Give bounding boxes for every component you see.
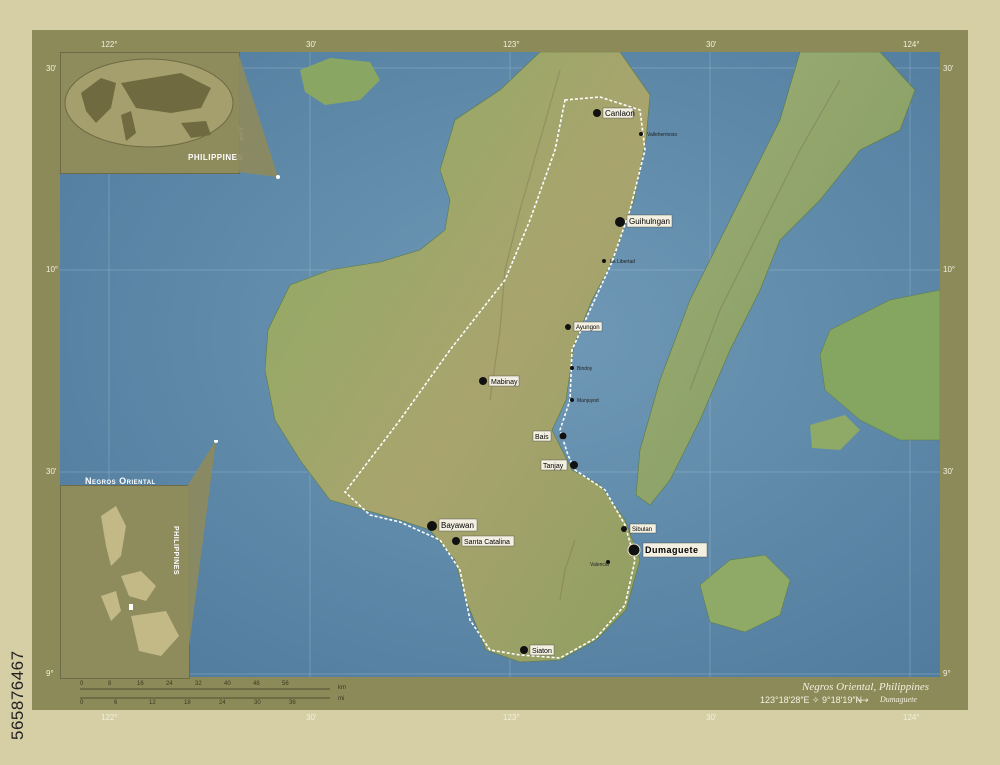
km-tick: 8 [108, 681, 112, 687]
top-tick-30a: 30' [306, 40, 317, 49]
city-label-bayawan: Bayawan [441, 521, 474, 530]
km-tick: 24 [166, 681, 173, 687]
arrow-target: Dumaguete [880, 695, 917, 704]
mi-tick: 12 [149, 700, 156, 706]
city-label-dumaguete: Dumaguete [645, 545, 699, 555]
world-inset-label: PHILIPPINES [188, 153, 244, 162]
bottom-tick-122: 122° [101, 713, 118, 722]
center-coordinates: 123°18′28″E ✧ 9°18′19″N [760, 695, 863, 705]
km-tick: 16 [137, 681, 144, 687]
country-inset-pointer [188, 440, 218, 655]
right-tick-9: 9° [943, 669, 951, 678]
city-siaton[interactable]: Siaton [520, 644, 555, 656]
city-label-mabinay: Mabinay [491, 379, 518, 386]
km-label: km [338, 685, 346, 691]
city-label-valencia: Valencia [590, 562, 609, 568]
top-tick-124: 124° [903, 40, 920, 49]
city-label-manjuyod: Manjuyod [577, 398, 599, 404]
mi-tick: 0 [80, 700, 84, 706]
city-label-bais: Bais [535, 434, 549, 441]
mi-label: mi [338, 696, 345, 702]
km-tick: 40 [224, 681, 231, 687]
country-inset: Negros Oriental PHILIPPINES [60, 476, 190, 679]
top-tick-123: 123° [503, 40, 520, 49]
top-tick-122: 122° [101, 40, 118, 49]
bottom-tick-124: 124° [903, 713, 920, 722]
top-tick-30b: 30' [706, 40, 717, 49]
right-tick-30b: 30' [943, 467, 954, 476]
bottom-tick-123: 123° [503, 713, 520, 722]
mi-tick: 18 [184, 700, 191, 706]
mi-tick: 24 [219, 700, 226, 706]
arrow-icon: ⟶ [855, 695, 868, 705]
country-inset-side-label: PHILIPPINES [172, 526, 179, 576]
watermark-id: 565876467 [8, 650, 27, 740]
right-tick-10: 10° [943, 265, 956, 274]
bottom-tick-30a: 30' [306, 713, 317, 722]
mi-tick: 30 [254, 700, 261, 706]
city-label-guihulngan: Guihulngan [629, 217, 670, 226]
bottom-tick-30b: 30' [706, 713, 717, 722]
km-tick: 0 [80, 681, 84, 687]
left-tick-9: 9° [46, 669, 54, 678]
world-inset: PHILIPPINES Asia [60, 52, 245, 174]
km-tick: 56 [282, 681, 289, 687]
world-inset-pointer [238, 52, 280, 179]
city-label-santa-catalina: Santa Catalina [464, 539, 510, 546]
km-tick: 48 [253, 681, 260, 687]
map-legend: 0 8 16 24 32 40 48 56 km 0 6 12 18 24 30… [60, 677, 940, 710]
left-tick-10: 10° [46, 265, 59, 274]
city-label-tanjay: Tanjay [543, 463, 564, 470]
mi-tick: 6 [114, 700, 118, 706]
left-tick-30b: 30' [46, 467, 57, 476]
city-label-ayungon: Ayungon [576, 325, 600, 331]
city-label-vallehermoso: Vallehermoso [647, 132, 677, 138]
region-title: Negros Oriental, Philippines [802, 681, 930, 693]
right-tick-30a: 30' [943, 64, 954, 73]
mi-tick: 36 [289, 700, 296, 706]
city-label-la-libertad: La Libertad [610, 259, 635, 265]
country-inset-title: Negros Oriental [85, 476, 156, 486]
left-tick-30a: 30' [46, 64, 57, 73]
city-label-sibulan: Sibulan [632, 527, 652, 533]
city-label-bindoy: Bindoy [577, 366, 593, 372]
city-label-canlaon: Canlaon [605, 109, 635, 118]
city-valencia[interactable]: Valencia [590, 560, 610, 568]
city-label-siaton: Siaton [532, 648, 552, 655]
city-tanjay[interactable]: Tanjay [540, 459, 578, 471]
km-tick: 32 [195, 681, 202, 687]
philippines-outline [101, 506, 179, 656]
